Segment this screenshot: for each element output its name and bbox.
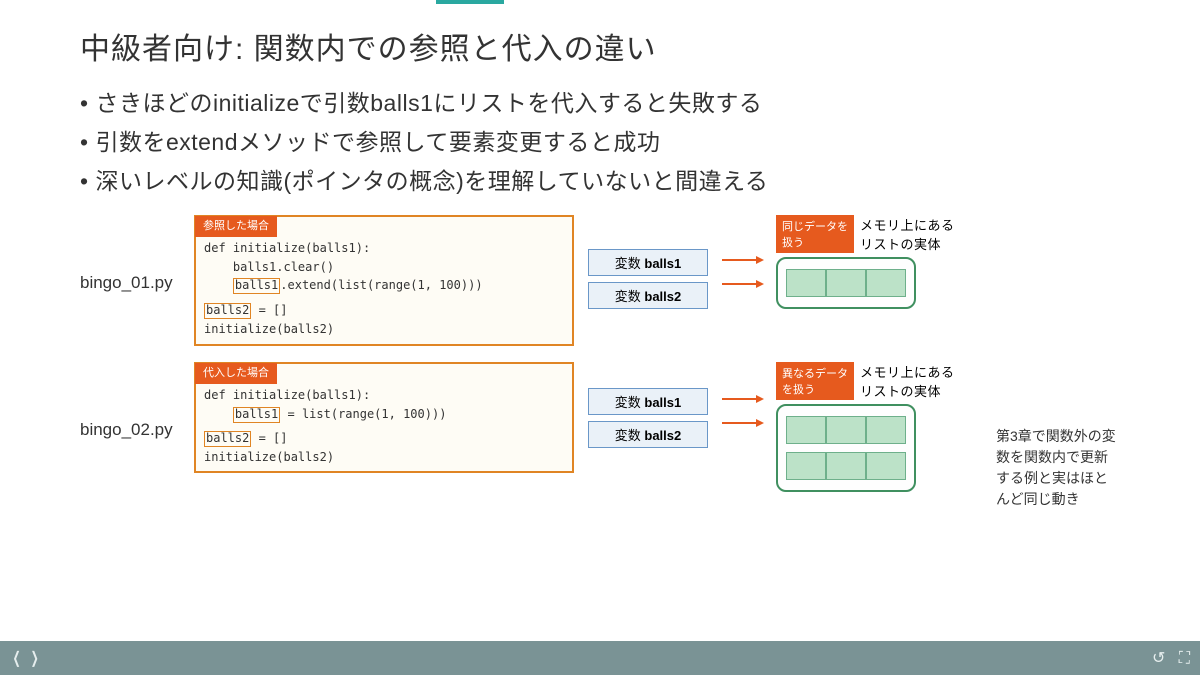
code-line: balls1.extend(list(range(1, 100))) (204, 276, 564, 295)
bullet-item: さきほどのinitializeで引数balls1にリストを代入すると失敗する (80, 84, 1120, 123)
variable-column: 変数 balls1 変数 balls2 (588, 388, 708, 448)
memory-column: 異なるデータ を扱う メモリ上にある リストの実体 (776, 362, 976, 492)
cell (786, 452, 826, 480)
arrow-icon (722, 398, 762, 400)
accent-bar (436, 0, 504, 4)
cell (866, 416, 906, 444)
arrow-icon (722, 283, 762, 285)
cell (826, 269, 866, 297)
arrow-icon (722, 422, 762, 424)
arrow-column (722, 390, 762, 424)
code-block-1: 参照した場合 def initialize(balls1): balls1.cl… (194, 215, 574, 346)
code-line: initialize(balls2) (204, 320, 564, 339)
memory-tag: 同じデータを 扱う (776, 215, 854, 253)
cell (866, 269, 906, 297)
memory-title: メモリ上にある リストの実体 (860, 362, 955, 400)
code-line: balls1.clear() (204, 258, 564, 277)
footer-bar: ❮ ❯ ↺ ⛶ (0, 641, 1200, 675)
fullscreen-icon[interactable]: ⛶ (1179, 650, 1190, 668)
variable-box: 変数 balls2 (588, 282, 708, 309)
code-line: def initialize(balls1): (204, 239, 564, 258)
side-note: 第3章で関数外の変数を関数内で更新する例と実はほとんど同じ動き (996, 362, 1120, 510)
code-line: initialize(balls2) (204, 448, 564, 467)
list-cells (786, 416, 906, 444)
highlight: balls1 (233, 407, 280, 423)
variable-box: 変数 balls1 (588, 249, 708, 276)
code-tag: 参照した場合 (195, 216, 277, 237)
cell (786, 269, 826, 297)
cell (786, 416, 826, 444)
code-line: def initialize(balls1): (204, 386, 564, 405)
variable-column: 変数 balls1 変数 balls2 (588, 249, 708, 309)
cell (866, 452, 906, 480)
figure-2: bingo_02.py 代入した場合 def initialize(balls1… (80, 362, 1120, 510)
bullet-item: 引数をextendメソッドで参照して要素変更すると成功 (80, 123, 1120, 162)
memory-box (776, 257, 916, 309)
code-line: balls2 = [] (204, 301, 564, 320)
highlight: balls2 (204, 303, 251, 319)
figures: bingo_01.py 参照した場合 def initialize(balls1… (80, 215, 1120, 510)
bullet-list: さきほどのinitializeで引数balls1にリストを代入すると失敗する 引… (80, 84, 1120, 201)
memory-title: メモリ上にある リストの実体 (860, 215, 955, 253)
variable-box: 変数 balls1 (588, 388, 708, 415)
memory-tag: 異なるデータ を扱う (776, 362, 854, 400)
figure-1: bingo_01.py 参照した場合 def initialize(balls1… (80, 215, 1120, 346)
cell (826, 416, 866, 444)
slide: 中級者向け: 関数内での参照と代入の違い さきほどのinitializeで引数b… (0, 0, 1200, 640)
bullet-item: 深いレベルの知識(ポインタの概念)を理解していないと間違える (80, 162, 1120, 201)
memory-box (776, 404, 916, 492)
list-cells (786, 452, 906, 480)
variable-box: 変数 balls2 (588, 421, 708, 448)
share-icon[interactable]: ↺ (1152, 648, 1165, 668)
prev-next-icon[interactable]: ❮ ❯ (10, 648, 41, 668)
cell (826, 452, 866, 480)
code-block-2: 代入した場合 def initialize(balls1): balls1 = … (194, 362, 574, 472)
file-label: bingo_01.py (80, 215, 180, 293)
list-cells (786, 269, 906, 297)
code-line: balls1 = list(range(1, 100))) (204, 405, 564, 424)
file-label: bingo_02.py (80, 362, 180, 440)
arrow-column (722, 251, 762, 285)
code-tag: 代入した場合 (195, 363, 277, 384)
arrow-icon (722, 259, 762, 261)
highlight: balls2 (204, 431, 251, 447)
highlight: balls1 (233, 278, 280, 294)
memory-column: 同じデータを 扱う メモリ上にある リストの実体 (776, 215, 976, 309)
code-line: balls2 = [] (204, 429, 564, 448)
slide-title: 中級者向け: 関数内での参照と代入の違い (80, 24, 1120, 68)
